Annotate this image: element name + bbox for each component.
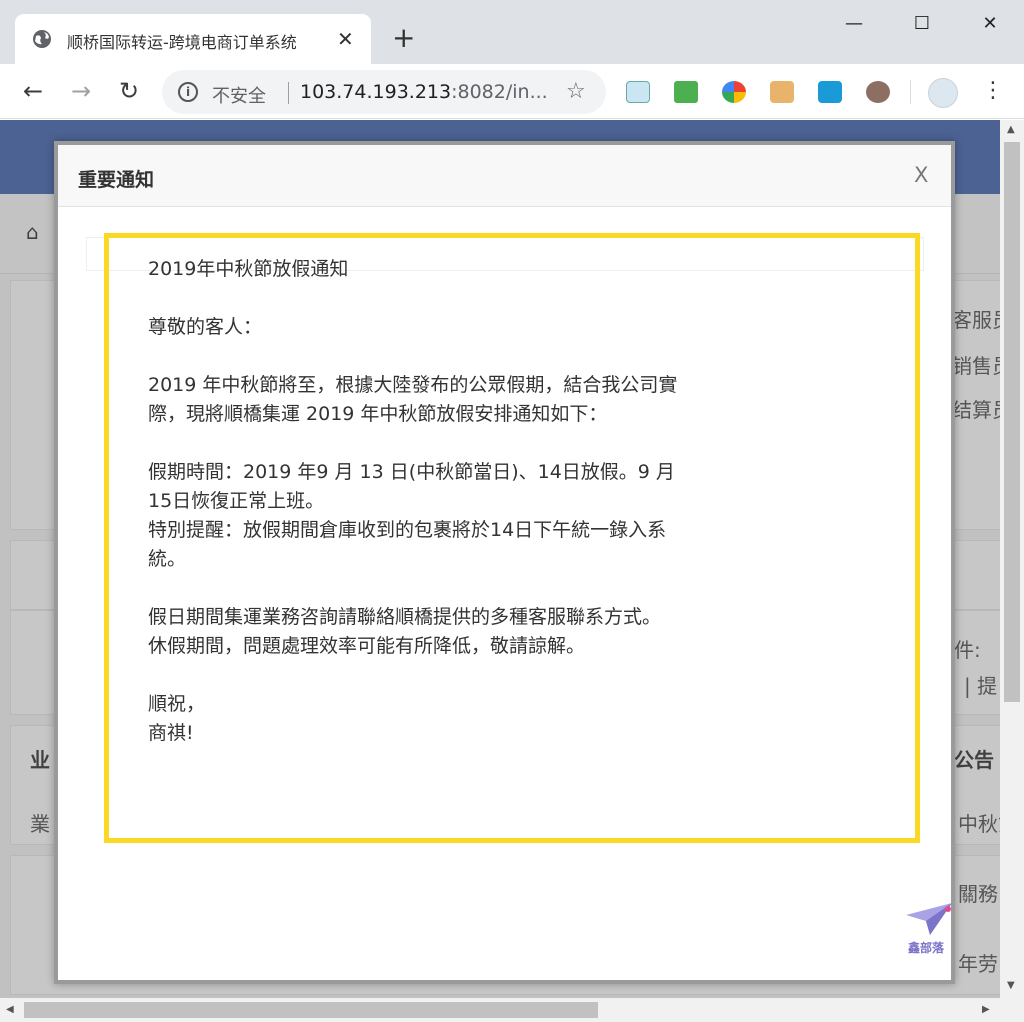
- extension-icon[interactable]: [818, 81, 842, 103]
- notice-text: 際，現將順橋集運 2019 年中秋節放假安排通知如下：: [148, 403, 608, 425]
- modal-close-button[interactable]: X: [914, 163, 928, 187]
- extension-icon[interactable]: [722, 81, 746, 103]
- watermark-logo: 鑫部落: [904, 901, 960, 961]
- menu-dots-icon[interactable]: ⋮: [982, 76, 1004, 106]
- tab-strip: 顺桥国际转运-跨境电商订单系统 ✕ + — ☐ ✕: [0, 0, 1024, 64]
- notice-text: 休假期間，問題處理效率可能有所降低，敬請諒解。: [148, 635, 586, 657]
- notice-salutation: 尊敬的客人：: [148, 316, 263, 338]
- notice-text: 特別提醒：放假期間倉庫收到的包裹將於14日下午統一錄入系: [148, 519, 667, 541]
- reload-icon[interactable]: ↻: [114, 76, 144, 106]
- notice-text: 統。: [148, 548, 187, 570]
- scroll-up-icon[interactable]: ▲: [1007, 124, 1015, 135]
- tab-close-icon[interactable]: ✕: [337, 27, 354, 51]
- bookmark-star-icon[interactable]: ☆: [566, 79, 586, 104]
- extension-icon[interactable]: [866, 81, 890, 103]
- notice-text: 假期時間：2019 年9 月 13 日(中秋節當日)、14日放假。9 月: [148, 461, 675, 483]
- scroll-down-icon[interactable]: ▼: [1007, 980, 1015, 991]
- globe-icon: [33, 30, 51, 48]
- browser-toolbar: ← → ↻ i 不安全 103.74.193.213:8082/in... ☆ …: [0, 64, 1024, 119]
- back-arrow-icon[interactable]: ←: [18, 76, 48, 106]
- new-tab-button[interactable]: +: [392, 23, 415, 53]
- modal-header: 重要通知 X: [58, 145, 951, 207]
- window-close-button[interactable]: ✕: [970, 10, 1010, 38]
- watermark-text: 鑫部落: [908, 941, 945, 955]
- address-divider: [288, 82, 289, 104]
- notice-closing: 順祝，: [148, 693, 206, 715]
- extension-icon[interactable]: [674, 81, 698, 103]
- extension-icon[interactable]: [626, 81, 650, 103]
- browser-tab[interactable]: 顺桥国际转运-跨境电商订单系统 ✕: [15, 14, 371, 64]
- forward-arrow-icon[interactable]: →: [66, 76, 96, 106]
- modal-title: 重要通知: [78, 169, 155, 191]
- url-path: :8082/in...: [451, 81, 548, 103]
- toolbar-divider: [910, 80, 911, 104]
- info-icon[interactable]: i: [178, 82, 198, 102]
- tab-title: 顺桥国际转运-跨境电商订单系统: [67, 33, 297, 52]
- notice-modal: 重要通知 X 2019年中秋節放假通知 尊敬的客人： 2019 年中秋節將至，根…: [54, 141, 955, 984]
- horizontal-scrollbar[interactable]: ◀ ▶: [0, 998, 1024, 1022]
- paper-plane-icon: [906, 903, 952, 935]
- notice-text: 2019 年中秋節將至，根據大陸發布的公眾假期，結合我公司實: [148, 374, 678, 396]
- security-label: 不安全: [212, 86, 266, 107]
- url-text[interactable]: 103.74.193.213:8082/in...: [300, 81, 548, 103]
- notice-text: 15日恢復正常上班。: [148, 490, 325, 512]
- scroll-thumb[interactable]: [24, 1002, 598, 1018]
- notice-text: 假日期間集運業務咨詢請聯絡順橋提供的多種客服聯系方式。: [148, 606, 662, 628]
- scroll-left-icon[interactable]: ◀: [6, 1004, 14, 1015]
- notice-heading: 2019年中秋節放假通知: [148, 258, 349, 280]
- scroll-thumb[interactable]: [1004, 142, 1020, 702]
- url-host: 103.74.193.213: [300, 81, 452, 103]
- address-bar[interactable]: i 不安全 103.74.193.213:8082/in... ☆: [162, 70, 606, 114]
- profile-avatar[interactable]: [928, 78, 958, 108]
- notice-body: 2019年中秋節放假通知 尊敬的客人： 2019 年中秋節將至，根據大陸發布的公…: [148, 255, 748, 748]
- vertical-scrollbar[interactable]: ▲ ▼: [1000, 120, 1024, 998]
- notice-closing: 商祺!: [148, 722, 194, 744]
- minimize-button[interactable]: —: [834, 10, 874, 38]
- maximize-button[interactable]: ☐: [902, 10, 942, 38]
- extension-icon[interactable]: [770, 81, 794, 103]
- scroll-right-icon[interactable]: ▶: [982, 1004, 990, 1015]
